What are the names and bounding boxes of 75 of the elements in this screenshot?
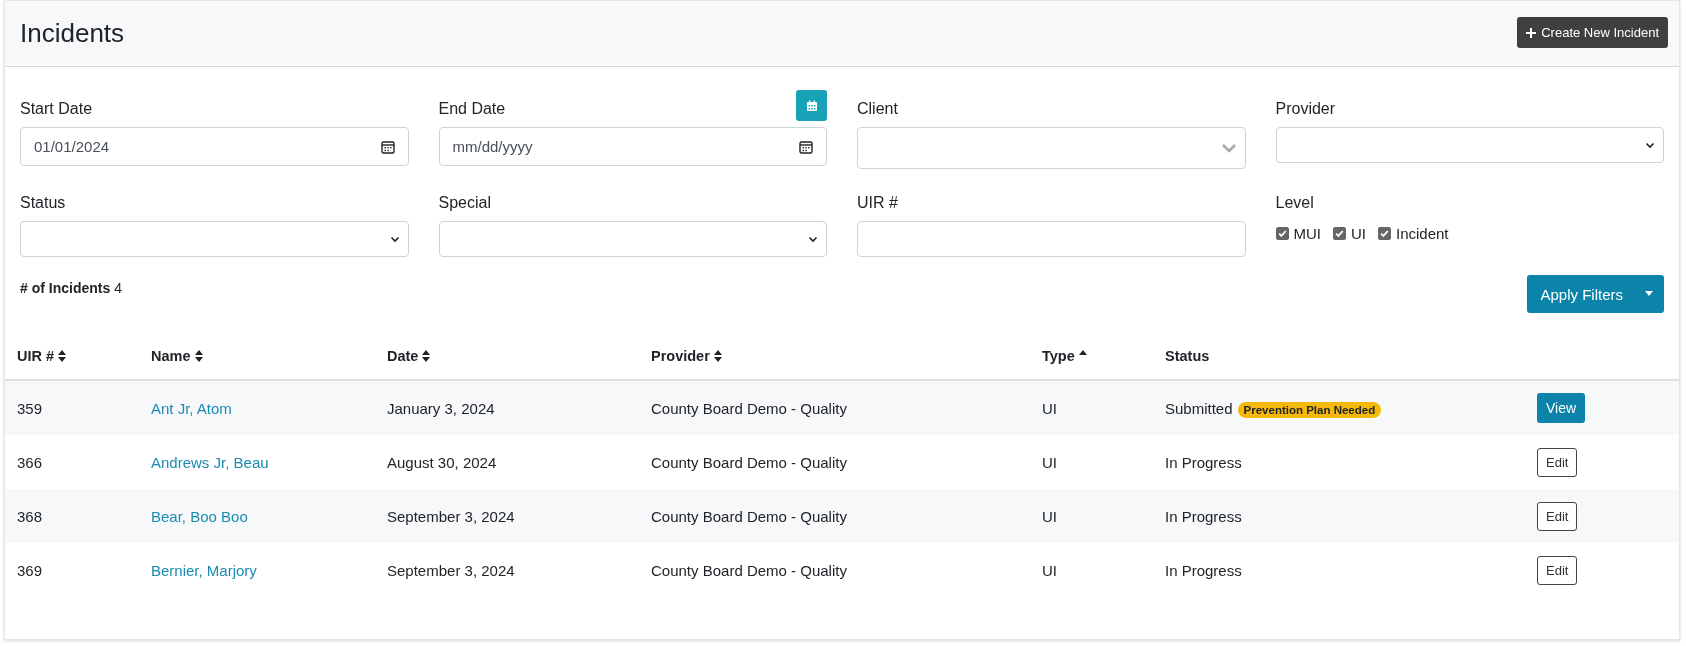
table-cell: 366 [17,453,43,471]
checkbox[interactable] [1333,227,1346,240]
field-label: Client [857,100,898,119]
table-cell: County Board Demo - Quality [651,399,847,417]
field-label: Provider [1275,100,1336,119]
chevron-down-icon [1645,141,1655,149]
view-button[interactable]: View [1537,393,1586,423]
edit-button[interactable]: Edit [1537,447,1578,477]
status-text: In Progress [1165,561,1242,579]
date-field[interactable]: mm/dd/yyyy [438,127,827,166]
calendar-icon [380,139,395,154]
caret-icon [1644,291,1654,297]
column-header[interactable]: Date [387,348,431,364]
calendar-icon [799,139,813,154]
chevron-down-icon [808,235,818,243]
field-label: UIR # [857,194,898,213]
table-cell: County Board Demo - Quality [651,561,847,579]
status-badge: Prevention Plan Needed [1237,401,1382,418]
column-header[interactable]: Name [151,348,203,364]
field-label: Status [20,194,66,213]
input-field[interactable] [857,221,1246,257]
table-cell: 369 [17,561,43,579]
table-cell: 368 [17,507,43,525]
table-cell: County Board Demo - Quality [651,453,847,471]
table-cell: UI [1042,453,1057,471]
select-dropdown[interactable] [20,221,409,257]
apply-filters-button[interactable]: Apply Filters [1527,275,1664,313]
client-name-link[interactable]: Andrews Jr, Beau [151,453,269,471]
plus-icon [1526,27,1537,38]
status-text: Submitted [1165,399,1233,417]
column-header[interactable]: Provider [651,348,722,364]
sort-icon [58,350,67,362]
chevron-down-icon [1220,143,1237,153]
select-dropdown[interactable] [1275,127,1664,163]
client-name-link[interactable]: Ant Jr, Atom [151,399,232,417]
field-label: Level [1275,194,1314,213]
table-cell: 359 [17,399,43,417]
checkbox-label: UI [1351,225,1366,242]
table-cell: UI [1042,399,1057,417]
table-cell: January 3, 2024 [387,399,495,417]
sort-icon [713,350,722,362]
checkbox[interactable] [1378,227,1391,240]
table-cell: September 3, 2024 [387,507,515,525]
sort-ascending-icon [1078,350,1087,355]
field-label: End Date [438,100,506,119]
table-cell: UI [1042,561,1057,579]
incident-count: # of Incidents 4 [20,280,122,296]
status-text: In Progress [1165,507,1242,525]
sort-icon [422,350,431,362]
client-name-link[interactable]: Bear, Boo Boo [151,507,248,525]
calendar-icon [805,99,818,112]
create-incident-button[interactable]: Create New Incident [1517,17,1668,48]
column-header[interactable]: Status [1165,348,1210,364]
table-cell: August 30, 2024 [387,453,497,471]
client-dropdown[interactable] [857,127,1246,169]
checkbox-label: MUI [1293,225,1321,242]
edit-button[interactable]: Edit [1537,501,1578,531]
page-title: Incidents [20,18,125,49]
edit-button[interactable]: Edit [1537,555,1578,585]
calendar-button[interactable] [796,90,827,121]
field-label: Start Date [20,100,93,119]
status-text: In Progress [1165,453,1242,471]
date-field[interactable]: 01/01/2024 [20,127,409,166]
column-header[interactable]: UIR # [17,348,67,364]
column-header[interactable]: Type [1042,348,1087,364]
checkbox[interactable] [1275,227,1289,240]
select-dropdown[interactable] [438,221,827,257]
checkbox-label: Incident [1396,225,1449,242]
table-cell: County Board Demo - Quality [651,507,847,525]
chevron-down-icon [389,235,400,243]
table-cell: September 3, 2024 [387,561,515,579]
sort-icon [194,350,203,362]
client-name-link[interactable]: Bernier, Marjory [151,561,257,579]
field-label: Special [438,194,491,213]
table-cell: UI [1042,507,1057,525]
